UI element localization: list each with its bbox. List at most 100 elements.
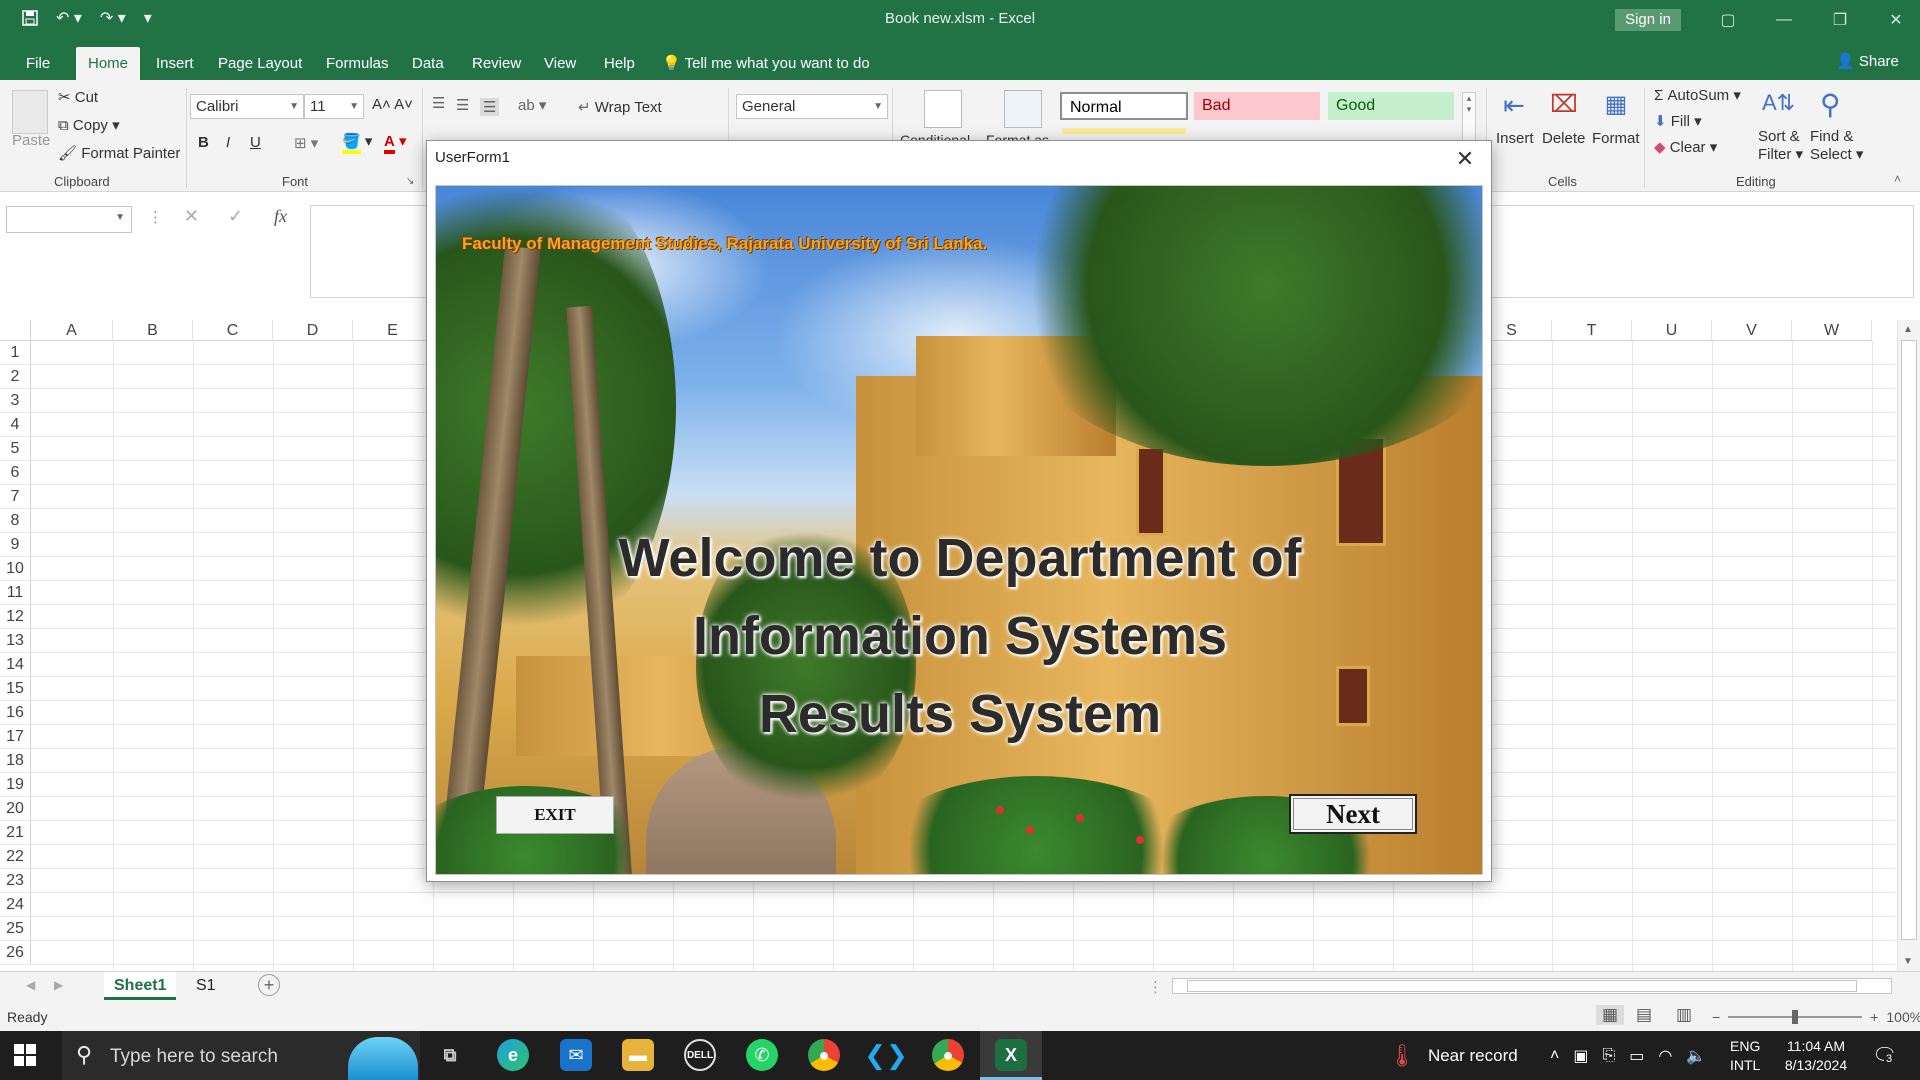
enter-check-icon[interactable]: ✓ [228,206,243,227]
copy-button[interactable]: ⧉ Copy ▾ [58,116,120,134]
wrap-text-button[interactable]: ↵ Wrap Text [578,98,662,116]
row-header[interactable]: 15 [0,677,31,701]
paste-icon[interactable] [12,90,48,134]
column-header-c[interactable]: C [193,320,273,341]
notifications-icon[interactable]: 🗨 3 [1872,1043,1897,1068]
borders-icon[interactable]: ⊞ ▾ [294,134,318,152]
close-window-icon[interactable]: ✕ [1868,6,1920,34]
insert-function-icon[interactable]: fx [274,206,287,227]
chrome-profile-icon[interactable]: ● [932,1039,964,1071]
row-header[interactable]: 9 [0,533,31,557]
row-header[interactable]: 21 [0,821,31,845]
tab-home[interactable]: Home [76,47,141,80]
zoom-control[interactable]: − + 100% [1712,1009,1920,1025]
row-header[interactable]: 17 [0,725,31,749]
row-header[interactable]: 5 [0,437,31,461]
tab-view[interactable]: View [532,47,588,80]
page-layout-view-icon[interactable]: ▤ [1636,1005,1652,1025]
edge-browser-icon[interactable]: e [497,1039,529,1071]
column-header-a[interactable]: A [31,320,113,341]
zoom-slider-knob[interactable] [1792,1010,1799,1024]
prev-sheet-icon[interactable]: ◀ [26,978,35,992]
row-header[interactable]: 3 [0,389,31,413]
row-header[interactable]: 25 [0,917,31,941]
font-color-icon[interactable]: A ▾ [384,132,407,154]
find-select-button[interactable]: Find & Select ▾ [1810,128,1863,164]
sort-filter-button[interactable]: Sort & Filter ▾ [1758,128,1803,164]
normal-view-icon[interactable]: ▦ [1596,1005,1625,1025]
horizontal-scroll-thumb[interactable] [1187,980,1857,992]
tab-file[interactable]: File [14,47,62,80]
align-top-icon[interactable]: ☰ [432,94,445,112]
dell-icon[interactable]: DELL [684,1039,716,1071]
scroll-up-icon[interactable]: ▲ [1903,324,1913,335]
cut-button[interactable]: ✂ Cut [58,88,98,106]
cancel-icon[interactable]: ✕ [184,206,199,227]
row-header[interactable]: 18 [0,749,31,773]
tab-review[interactable]: Review [460,47,533,80]
select-all-corner[interactable] [0,320,31,341]
row-header[interactable]: 13 [0,629,31,653]
zoom-out-icon[interactable]: − [1712,1009,1720,1025]
vscode-icon[interactable]: ❮❯ [864,1039,908,1071]
row-header[interactable]: 1 [0,341,31,365]
column-header-w[interactable]: W [1792,320,1872,341]
column-header-d[interactable]: D [273,320,353,341]
tab-page-layout[interactable]: Page Layout [206,47,314,80]
row-header[interactable]: 2 [0,365,31,389]
row-header[interactable]: 11 [0,581,31,605]
autosum-button[interactable]: Σ AutoSum ▾ [1654,86,1741,104]
task-view-icon[interactable]: ⧉ [434,1039,466,1071]
row-header[interactable]: 7 [0,485,31,509]
bold-button[interactable]: B [198,134,209,151]
number-format-select[interactable]: General ▼ [736,94,888,119]
zoom-in-icon[interactable]: + [1870,1009,1878,1025]
excel-taskbar-button[interactable]: X [980,1031,1042,1080]
ribbon-display-icon[interactable]: ▢ [1700,6,1756,34]
split-handle-icon[interactable]: ⋮ [1148,978,1163,996]
sheet-tab-sheet1[interactable]: Sheet1 [104,972,177,1000]
row-header[interactable]: 19 [0,773,31,797]
style-good[interactable]: Good [1328,92,1454,120]
delete-cells-icon[interactable]: ⌧ [1546,90,1582,124]
column-header-v[interactable]: V [1712,320,1792,341]
add-sheet-icon[interactable]: + [258,974,280,996]
scroll-down-icon[interactable]: ▼ [1903,956,1913,967]
delete-cells-button[interactable]: Delete [1542,130,1585,147]
paste-button[interactable]: Paste [12,132,50,149]
sign-in-button[interactable]: Sign in [1615,9,1681,31]
exit-button[interactable]: EXIT [496,796,614,834]
show-hidden-icons-icon[interactable]: ˄ [1550,1047,1559,1065]
whatsapp-icon[interactable]: ✆ [746,1039,778,1071]
maximize-icon[interactable]: ❐ [1812,6,1868,34]
zoom-level[interactable]: 100% [1886,1009,1920,1025]
tab-data[interactable]: Data [400,47,456,80]
minimize-icon[interactable]: — [1756,6,1812,34]
language-indicator[interactable]: ENG INTL [1730,1037,1760,1075]
row-header[interactable]: 26 [0,941,31,965]
style-normal[interactable]: Normal [1060,92,1188,120]
font-dialog-launcher-icon[interactable]: ↘ [406,176,414,187]
battery-icon[interactable]: ▭ [1629,1046,1644,1066]
vertical-scrollbar[interactable]: ▲ ▼ [1897,320,1920,971]
orientation-icon[interactable]: ab ▾ [518,96,546,114]
zoom-slider[interactable] [1728,1010,1863,1024]
sheet-tab-s1[interactable]: S1 [186,972,226,1000]
page-break-view-icon[interactable]: ▥ [1676,1005,1692,1025]
fill-button[interactable]: ⬇ Fill ▾ [1654,112,1702,130]
format-as-table-icon[interactable] [1004,90,1042,128]
next-sheet-icon[interactable]: ▶ [54,978,63,992]
column-header-u[interactable]: U [1632,320,1712,341]
row-header[interactable]: 10 [0,557,31,581]
chrome-icon[interactable]: ● [808,1039,840,1071]
horizontal-scrollbar[interactable] [1172,978,1892,994]
row-header[interactable]: 16 [0,701,31,725]
increase-font-icon[interactable]: A˄ A˅ [372,96,413,113]
row-header[interactable]: 22 [0,845,31,869]
tell-me-search[interactable]: 💡 Tell me what you want to do [662,47,870,80]
weather-widget[interactable]: 🌡 Near record [1388,1031,1518,1080]
row-header[interactable]: 12 [0,605,31,629]
align-middle-icon[interactable]: ☰ [456,96,469,114]
row-header[interactable]: 4 [0,413,31,437]
font-size-select[interactable]: 11 ▼ [304,94,364,119]
